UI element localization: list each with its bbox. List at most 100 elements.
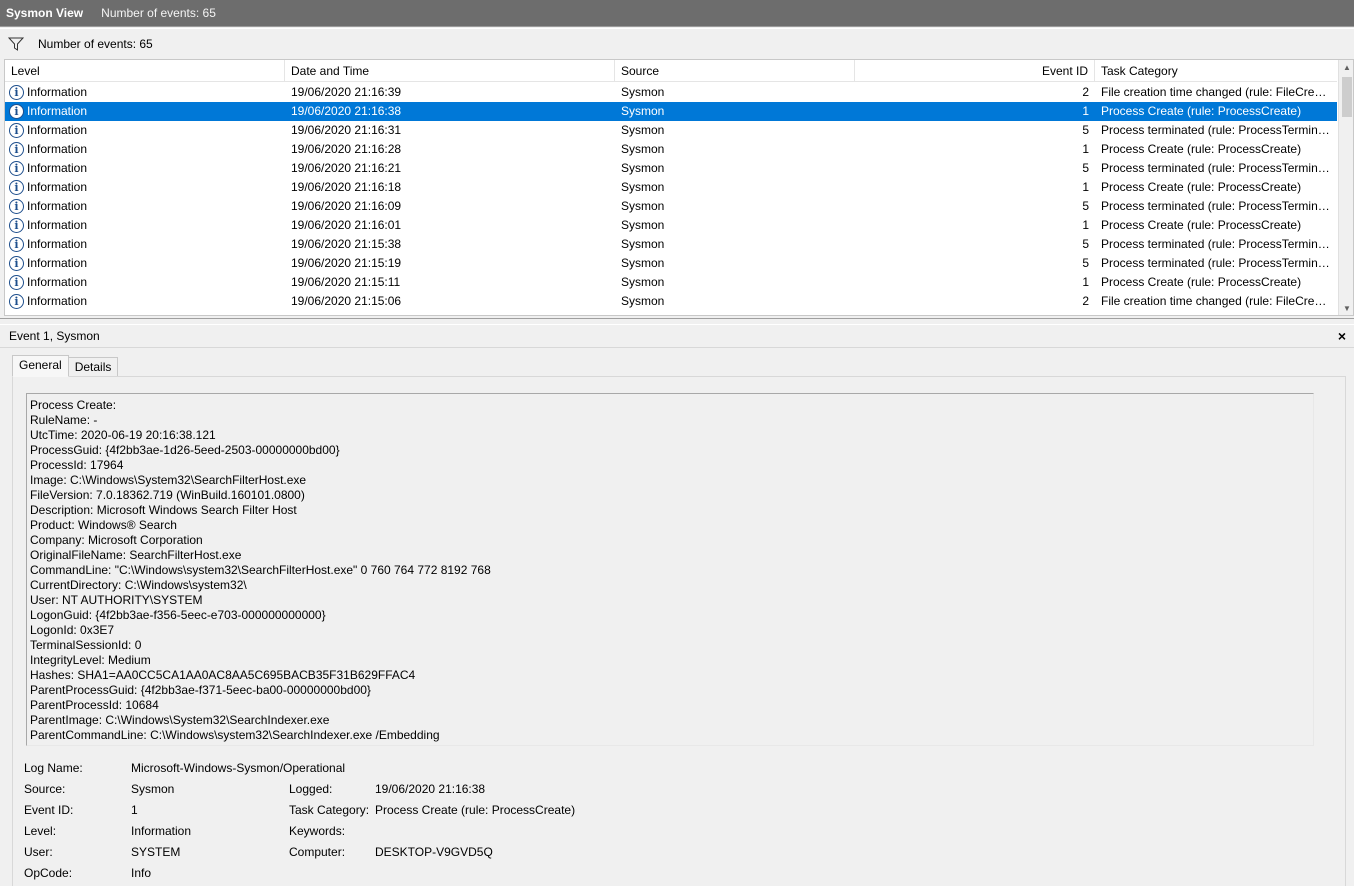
description-line: LogonId: 0x3E7 [30, 623, 115, 637]
event-row[interactable]: i Information 19/06/2020 21:15:38 Sysmon 5 Pr… [5, 235, 1337, 254]
information-icon: i [9, 104, 24, 119]
description-line: UtcTime: 2020-06-19 20:16:38.121 [30, 428, 216, 442]
event-row[interactable]: i Information 19/06/2020 21:16:38 Sysmon 1 Pr… [5, 102, 1337, 121]
event-level: Information [27, 142, 88, 156]
close-icon[interactable]: × [1338, 328, 1346, 344]
description-line: Company: Microsoft Corporation [30, 533, 203, 547]
description-line: Description: Microsoft Windows Search Fi… [30, 503, 297, 517]
scroll-thumb[interactable] [1342, 77, 1352, 117]
description-line: Product: Windows® Search [30, 518, 177, 532]
filter-bar: Number of events: 65 [0, 28, 1354, 58]
event-source: Sysmon [621, 180, 665, 194]
event-task-category: Process Create (rule: ProcessCreate) [1101, 218, 1302, 232]
event-date: 19/06/2020 21:15:11 [291, 275, 401, 289]
event-level-cell: i Information [9, 159, 284, 178]
prop-user-value: SYSTEM [131, 845, 181, 859]
events-list[interactable]: Level Date and Time Source Event ID Task… [4, 59, 1354, 316]
event-task-category: Process terminated (rule: ProcessTermina… [1101, 199, 1333, 213]
event-row[interactable]: i Information 19/06/2020 21:16:21 Sysmon 5 Pr… [5, 159, 1337, 178]
event-properties: Log Name: Microsoft-Windows-Sysmon/Opera… [24, 758, 724, 884]
prop-opcode-value: Info [131, 866, 152, 880]
description-line: ProcessGuid: {4f2bb3ae-1d26-5eed-2503-00… [30, 443, 340, 457]
filter-icon[interactable] [8, 37, 24, 51]
event-id: 1 [1082, 180, 1089, 194]
information-icon: i [9, 85, 24, 100]
information-icon: i [9, 123, 24, 138]
event-level-cell: i Information [9, 140, 284, 159]
description-line: ParentCommandLine: C:\Windows\system32\S… [30, 728, 440, 742]
column-header-source[interactable]: Source [615, 60, 855, 82]
event-row[interactable]: i Information 19/06/2020 21:16:31 Sysmon 5 Pr… [5, 121, 1337, 140]
prop-source-value: Sysmon [131, 782, 175, 796]
event-row[interactable]: i Information 19/06/2020 21:15:19 Sysmon 5 Pr… [5, 254, 1337, 273]
event-task-category: Process terminated (rule: ProcessTermina… [1101, 123, 1333, 137]
event-id: 1 [1082, 275, 1089, 289]
event-id: 5 [1082, 199, 1089, 213]
event-date: 19/06/2020 21:16:39 [291, 85, 402, 99]
information-icon: i [9, 142, 24, 157]
column-header-level[interactable]: Level [5, 60, 285, 82]
event-level-cell: i Information [9, 254, 284, 273]
prop-logged-label: Logged: [289, 782, 333, 796]
scroll-down-arrow-icon[interactable]: ▼ [1339, 301, 1353, 315]
event-source: Sysmon [621, 85, 665, 99]
description-line: CommandLine: "C:\Windows\system32\Search… [30, 563, 491, 577]
information-icon: i [9, 180, 24, 195]
description-line: LogonGuid: {4f2bb3ae-f356-5eec-e703-0000… [30, 608, 326, 622]
description-line: ParentProcessId: 10684 [30, 698, 159, 712]
event-task-category: Process Create (rule: ProcessCreate) [1101, 275, 1302, 289]
prop-keywords-label: Keywords: [289, 824, 346, 838]
event-level: Information [27, 218, 88, 232]
prop-computer-value: DESKTOP-V9GVD5Q [375, 845, 493, 859]
event-id: 5 [1082, 237, 1089, 251]
event-level-cell: i Information [9, 216, 284, 235]
description-line: Hashes: SHA1=AA0CC5CA1AA0AC8AA5C695BACB3… [30, 668, 416, 682]
column-header-event-id[interactable]: Event ID [855, 60, 1095, 82]
event-task-category: Process terminated (rule: ProcessTermina… [1101, 161, 1333, 175]
description-line: ProcessId: 17964 [30, 458, 124, 472]
filter-event-count: Number of events: 65 [38, 36, 153, 51]
prop-opcode-label: OpCode: [24, 866, 73, 880]
window-titlebar: Sysmon View Number of events: 65 [0, 0, 1354, 27]
event-description-text[interactable]: Process Create: RuleName: - UtcTime: 2020-… [26, 393, 1314, 746]
event-row[interactable]: i Information 19/06/2020 21:16:39 Sysmon 2 Fi… [5, 83, 1337, 102]
event-row[interactable]: i Information 19/06/2020 21:15:11 Sysmon 1 Pr… [5, 273, 1337, 292]
event-id: 1 [1082, 142, 1089, 156]
event-level: Information [27, 180, 88, 194]
event-date: 19/06/2020 21:16:01 [291, 218, 402, 232]
tab-details[interactable]: Details [67, 357, 119, 377]
scroll-up-arrow-icon[interactable]: ▲ [1339, 60, 1353, 76]
description-line: ParentImage: C:\Windows\System32\SearchI… [30, 713, 330, 727]
list-scrollbar[interactable]: ▲ ▼ [1338, 60, 1353, 315]
event-date: 19/06/2020 21:16:31 [291, 123, 402, 137]
event-source: Sysmon [621, 237, 665, 251]
event-level: Information [27, 275, 88, 289]
event-level-cell: i Information [9, 121, 284, 140]
description-line: OriginalFileName: SearchFilterHost.exe [30, 548, 242, 562]
event-level-cell: i Information [9, 197, 284, 216]
event-source: Sysmon [621, 104, 665, 118]
event-row[interactable]: i Information 19/06/2020 21:16:01 Sysmon 1 Pr… [5, 216, 1337, 235]
prop-user-label: User: [24, 845, 53, 859]
column-header-date[interactable]: Date and Time [285, 60, 615, 82]
information-icon: i [9, 275, 24, 290]
event-row[interactable]: i Information 19/06/2020 21:15:06 Sysmon 2 Fi… [5, 292, 1337, 311]
prop-computer-label: Computer: [289, 845, 346, 859]
prop-event-id-label: Event ID: [24, 803, 74, 817]
event-row[interactable]: i Information 19/06/2020 21:16:18 Sysmon 1 Pr… [5, 178, 1337, 197]
app-title: Sysmon View [6, 6, 84, 20]
event-row[interactable]: i Information 19/06/2020 21:16:09 Sysmon 5 Pr… [5, 197, 1337, 216]
event-task-category: Process Create (rule: ProcessCreate) [1101, 142, 1302, 156]
column-header-task-category[interactable]: Task Category [1095, 60, 1337, 82]
title-event-count: Number of events: 65 [101, 6, 216, 20]
event-date: 19/06/2020 21:16:21 [291, 161, 402, 175]
event-level: Information [27, 102, 88, 121]
event-level-cell: i Information [9, 292, 284, 311]
event-source: Sysmon [621, 199, 665, 213]
tab-general[interactable]: General [12, 355, 69, 377]
event-date: 19/06/2020 21:15:06 [291, 294, 402, 308]
event-id: 5 [1082, 161, 1089, 175]
event-id: 1 [1082, 218, 1089, 232]
event-row[interactable]: i Information 19/06/2020 21:16:28 Sysmon 1 Pr… [5, 140, 1337, 159]
event-source: Sysmon [621, 294, 665, 308]
